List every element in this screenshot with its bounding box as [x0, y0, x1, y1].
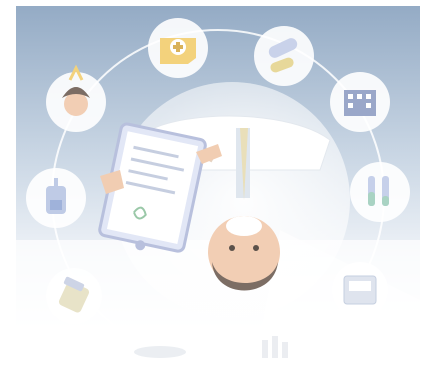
test-tubes-icon [350, 162, 410, 222]
first-aid-kit-icon [148, 18, 208, 78]
pills-capsule-icon [254, 26, 314, 86]
illustration-canvas [0, 0, 436, 368]
pill-bottle-icon [46, 268, 102, 324]
hospital-building-icon [330, 72, 390, 132]
medical-device-icon [332, 262, 388, 318]
medical-illustration [0, 0, 436, 368]
iv-bag-icon [26, 168, 86, 228]
